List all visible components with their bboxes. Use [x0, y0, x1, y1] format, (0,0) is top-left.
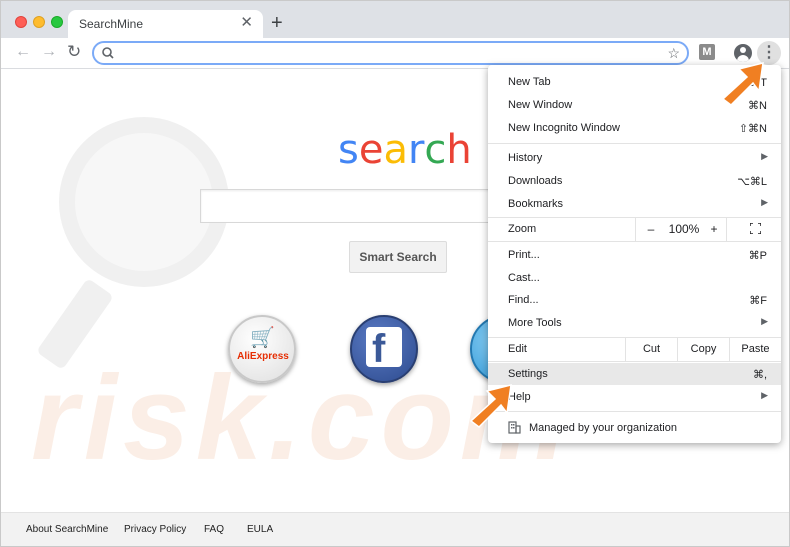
menu-item-print[interactable]: Print... ⌘P — [488, 244, 781, 266]
logo-letter: h — [446, 127, 472, 173]
browser-window: SearchMine ✕ + ← → ↻ ☆ M ⋮ risk.com sear… — [0, 0, 790, 547]
facebook-shortcut-icon[interactable]: f — [350, 315, 418, 383]
menu-item-label: More Tools — [508, 317, 562, 329]
menu-item-more-tools[interactable]: More Tools ▶ — [488, 312, 781, 334]
zoom-controls: – 100% + — [635, 217, 727, 241]
zoom-in-button[interactable]: + — [702, 217, 726, 241]
menu-item-label: New Tab — [508, 76, 551, 88]
logo-letter: a — [383, 127, 408, 173]
menu-divider — [488, 411, 781, 412]
menu-item-downloads[interactable]: Downloads ⌥⌘L — [488, 170, 781, 192]
menu-shortcut: ⌘, — [752, 369, 767, 381]
aliexpress-label: AliExpress — [237, 351, 289, 362]
window-minimize-button[interactable] — [33, 16, 45, 28]
window-maximize-button[interactable] — [51, 16, 63, 28]
menu-shortcut: ⌘P — [748, 250, 767, 262]
logo-letter: s — [338, 127, 359, 173]
submenu-arrow-icon: ▶ — [761, 390, 768, 400]
menu-item-label: New Incognito Window — [508, 122, 620, 134]
menu-item-label: Find... — [508, 294, 539, 306]
logo-letter: r — [407, 127, 425, 173]
footer-link-faq[interactable]: FAQ — [204, 524, 224, 535]
submenu-arrow-icon: ▶ — [761, 151, 768, 161]
menu-item-edit: Edit Cut Copy Paste — [488, 337, 781, 361]
logo-letter: c — [424, 127, 447, 173]
copy-button[interactable]: Copy — [677, 337, 729, 361]
fullscreen-icon[interactable] — [750, 223, 761, 234]
tab-close-icon[interactable]: ✕ — [240, 15, 253, 31]
menu-item-new-incognito[interactable]: New Incognito Window ⇧⌘N — [488, 117, 781, 139]
menu-shortcut: ⇧⌘N — [738, 123, 767, 135]
submenu-arrow-icon: ▶ — [761, 316, 768, 326]
menu-item-label: Cast... — [508, 272, 540, 284]
menu-shortcut: ⌥⌘L — [737, 176, 767, 188]
annotation-arrow-icon — [721, 62, 764, 106]
paste-button[interactable]: Paste — [729, 337, 781, 361]
menu-item-cast[interactable]: Cast... — [488, 267, 781, 289]
tab-title: SearchMine — [79, 17, 144, 31]
menu-item-label: Edit — [508, 343, 527, 355]
menu-item-label: Managed by your organization — [529, 422, 677, 434]
search-logo: search — [338, 127, 472, 173]
page-footer: About SearchMine Privacy Policy FAQ EULA — [1, 512, 789, 546]
address-bar[interactable]: ☆ — [92, 41, 689, 65]
menu-item-settings[interactable]: Settings ⌘, — [488, 363, 781, 385]
aliexpress-shortcut-icon[interactable]: 🛒 AliExpress — [228, 315, 296, 383]
search-input[interactable] — [200, 189, 500, 223]
menu-item-label: History — [508, 152, 543, 164]
chrome-menu: New Tab ⌘T New Window ⌘N New Incognito W… — [488, 65, 781, 443]
facebook-f-label: f — [372, 327, 386, 371]
cart-icon: 🛒 — [250, 327, 275, 349]
zoom-out-button[interactable]: – — [636, 217, 666, 241]
window-close-button[interactable] — [15, 16, 27, 28]
menu-item-label: Downloads — [508, 175, 563, 187]
search-icon — [102, 47, 114, 59]
menu-item-label: Zoom — [508, 223, 537, 235]
back-arrow-icon[interactable]: ← — [15, 43, 31, 61]
submenu-arrow-icon: ▶ — [761, 197, 768, 207]
menu-item-history[interactable]: History ▶ — [488, 147, 781, 169]
menu-item-label: Settings — [508, 368, 548, 380]
menu-item-bookmarks[interactable]: Bookmarks ▶ — [488, 193, 781, 215]
menu-item-label: Print... — [508, 249, 540, 261]
menu-item-help[interactable]: Help ▶ — [488, 386, 781, 408]
annotation-arrow-icon — [469, 384, 512, 428]
menu-divider — [488, 143, 781, 144]
reload-icon[interactable]: ↻ — [67, 43, 81, 61]
footer-link-eula[interactable]: EULA — [247, 524, 273, 535]
bookmark-star-icon[interactable]: ☆ — [667, 44, 680, 62]
forward-arrow-icon[interactable]: → — [41, 43, 57, 61]
new-tab-button[interactable]: + — [271, 13, 283, 33]
cut-button[interactable]: Cut — [625, 337, 677, 361]
logo-letter: e — [358, 127, 384, 173]
menu-item-managed[interactable]: Managed by your organization — [488, 417, 781, 439]
zoom-level: 100% — [668, 222, 700, 236]
menu-item-find[interactable]: Find... ⌘F — [488, 289, 781, 311]
menu-item-label: Bookmarks — [508, 198, 564, 210]
tab-bar: SearchMine ✕ + — [1, 1, 789, 38]
smart-search-button[interactable]: Smart Search — [349, 241, 447, 273]
menu-item-label: New Window — [508, 99, 573, 111]
tab-searchmine[interactable]: SearchMine ✕ — [68, 10, 263, 38]
footer-link-privacy[interactable]: Privacy Policy — [124, 524, 186, 535]
footer-link-about[interactable]: About SearchMine — [26, 524, 108, 535]
extension-m-icon[interactable]: M — [699, 44, 715, 60]
menu-divider — [488, 241, 781, 242]
menu-item-zoom: Zoom – 100% + — [488, 217, 781, 241]
menu-divider — [488, 361, 781, 362]
menu-shortcut: ⌘F — [749, 295, 767, 307]
